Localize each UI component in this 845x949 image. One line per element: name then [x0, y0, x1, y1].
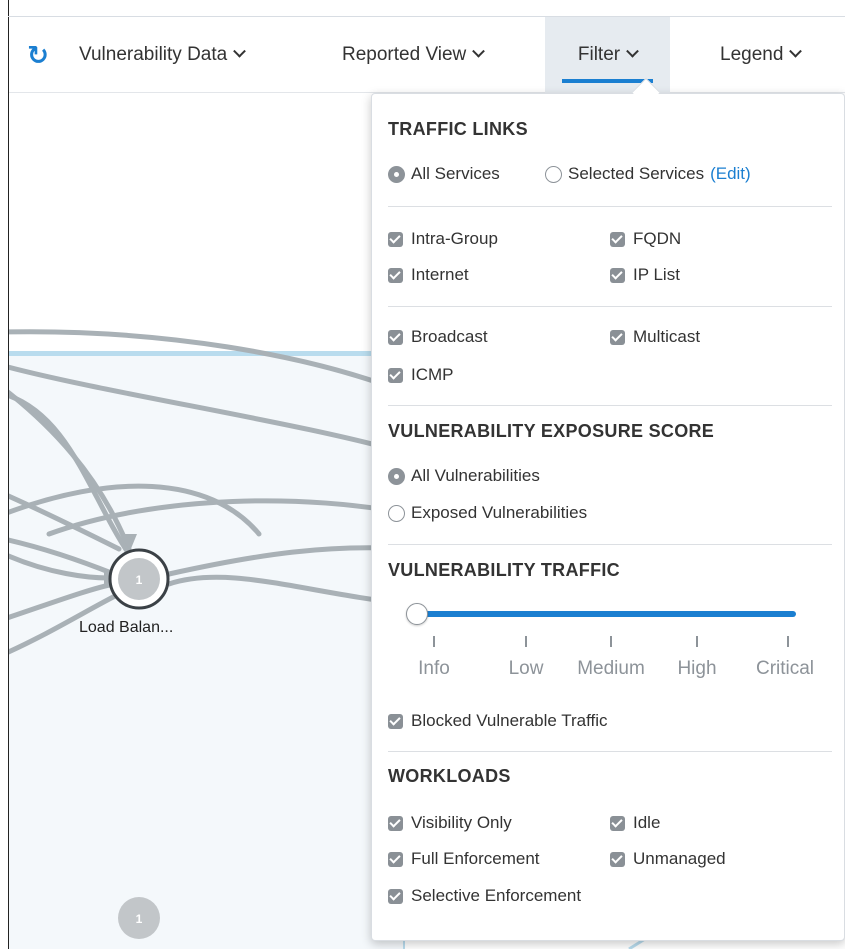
checkbox-label: Visibility Only	[411, 813, 512, 832]
checkbox-label: Multicast	[633, 327, 701, 346]
checkbox-label: Internet	[411, 265, 469, 284]
refresh-button[interactable]: ↻	[21, 17, 55, 93]
vulnerability-data-dropdown[interactable]: Vulnerability Data	[79, 17, 247, 93]
slider-tick	[696, 636, 698, 647]
checkbox-label: Blocked Vulnerable Traffic	[411, 711, 608, 730]
checkbox-intra-group[interactable]: Intra-Group	[388, 229, 498, 249]
radio-all-services-label: All Services	[411, 164, 500, 183]
refresh-icon: ↻	[27, 39, 49, 70]
checkbox-checked-icon	[388, 888, 403, 904]
slider-label-low: Low	[508, 658, 544, 679]
node-count-2: 1	[136, 912, 143, 926]
chevron-down-icon	[472, 44, 486, 58]
reported-view-dropdown[interactable]: Reported View	[342, 17, 486, 93]
checkbox-ip-list[interactable]: IP List	[610, 265, 680, 285]
filter-panel: TRAFFIC LINKS All Services Selected Serv…	[371, 93, 845, 941]
checkbox-full-enforcement[interactable]: Full Enforcement	[388, 849, 540, 869]
checkbox-label: Intra-Group	[411, 229, 498, 248]
checkbox-checked-icon	[388, 231, 403, 247]
checkbox-label: FQDN	[633, 229, 682, 248]
divider	[388, 544, 832, 545]
checkbox-label: Idle	[633, 813, 661, 832]
checkbox-label: Broadcast	[411, 327, 488, 346]
checkbox-label: ICMP	[411, 365, 454, 384]
checkbox-checked-icon	[610, 231, 625, 247]
checkbox-checked-icon	[388, 851, 403, 867]
radio-indicator	[388, 165, 405, 183]
radio-all-services[interactable]: All Services	[388, 164, 500, 184]
chevron-down-icon	[626, 44, 639, 58]
checkbox-checked-icon	[610, 851, 625, 867]
severity-slider-thumb[interactable]	[406, 603, 428, 625]
checkbox-blocked-vulnerable-traffic[interactable]: Blocked Vulnerable Traffic	[388, 711, 608, 731]
checkbox-idle[interactable]: Idle	[610, 813, 660, 833]
reported-view-label: Reported View	[342, 44, 467, 65]
chevron-down-icon	[789, 44, 803, 58]
checkbox-checked-icon	[388, 815, 403, 831]
checkbox-checked-icon	[610, 329, 625, 345]
divider	[388, 405, 832, 406]
checkbox-selective-enforcement[interactable]: Selective Enforcement	[388, 886, 581, 906]
slider-label-info: Info	[418, 658, 450, 679]
workloads-title: WORKLOADS	[388, 766, 511, 786]
radio-exposed-vulnerabilities[interactable]: Exposed Vulnerabilities	[388, 503, 587, 523]
filter-dropdown[interactable]: Filter	[545, 17, 670, 93]
slider-tick	[525, 636, 527, 647]
checkbox-visibility-only[interactable]: Visibility Only	[388, 813, 512, 833]
toolbar: ↻ Vulnerability Data Reported View Filte…	[9, 17, 845, 93]
filter-active-underline	[562, 79, 653, 83]
slider-tick	[433, 636, 435, 647]
divider	[388, 206, 832, 207]
radio-indicator	[388, 504, 405, 522]
radio-all-vulnerabilities-label: All Vulnerabilities	[411, 466, 540, 485]
checkbox-checked-icon	[610, 267, 625, 283]
checkbox-label: Full Enforcement	[411, 849, 540, 868]
radio-selected-services[interactable]: Selected Services (Edit)	[545, 164, 751, 184]
checkbox-checked-icon	[610, 815, 625, 831]
radio-indicator	[545, 165, 562, 183]
checkbox-internet[interactable]: Internet	[388, 265, 469, 285]
vulnerability-data-label: Vulnerability Data	[79, 44, 228, 65]
node-label-load-balancer: Load Balan...	[79, 619, 174, 636]
checkbox-broadcast[interactable]: Broadcast	[388, 327, 488, 347]
divider	[388, 751, 832, 752]
slider-label-high: High	[677, 658, 717, 679]
radio-indicator	[388, 467, 405, 485]
slider-label-critical: Critical	[755, 658, 815, 679]
slider-tick	[610, 636, 612, 647]
severity-slider-track[interactable]	[416, 611, 796, 617]
group-boundary	[9, 351, 405, 949]
radio-all-vulnerabilities[interactable]: All Vulnerabilities	[388, 466, 540, 486]
group-boundary-top	[9, 352, 404, 356]
slider-tick	[787, 636, 789, 647]
checkbox-checked-icon	[388, 367, 403, 383]
chevron-down-icon	[233, 44, 247, 58]
radio-exposed-vulnerabilities-label: Exposed Vulnerabilities	[411, 503, 588, 522]
legend-label: Legend	[720, 44, 784, 65]
checkbox-label: Unmanaged	[633, 849, 726, 868]
radio-selected-services-label: Selected Services	[568, 164, 705, 183]
checkbox-checked-icon	[388, 267, 403, 283]
checkbox-multicast[interactable]: Multicast	[610, 327, 700, 347]
checkbox-checked-icon	[388, 713, 403, 729]
edit-link[interactable]: (Edit)	[710, 164, 751, 184]
traffic-links-title: TRAFFIC LINKS	[388, 119, 528, 139]
legend-dropdown[interactable]: Legend	[720, 17, 803, 93]
exposure-score-title: VULNERABILITY EXPOSURE SCORE	[388, 421, 715, 441]
checkbox-label: Selective Enforcement	[411, 886, 582, 905]
node-count-1: 1	[136, 573, 143, 587]
filter-label: Filter	[577, 44, 621, 65]
slider-label-medium: Medium	[577, 658, 645, 679]
checkbox-label: IP List	[633, 265, 680, 284]
checkbox-checked-icon	[388, 329, 403, 345]
divider	[388, 306, 832, 307]
checkbox-unmanaged[interactable]: Unmanaged	[610, 849, 726, 869]
checkbox-fqdn[interactable]: FQDN	[610, 229, 681, 249]
checkbox-icmp[interactable]: ICMP	[388, 365, 454, 385]
vulnerability-traffic-title: VULNERABILITY TRAFFIC	[388, 560, 620, 580]
